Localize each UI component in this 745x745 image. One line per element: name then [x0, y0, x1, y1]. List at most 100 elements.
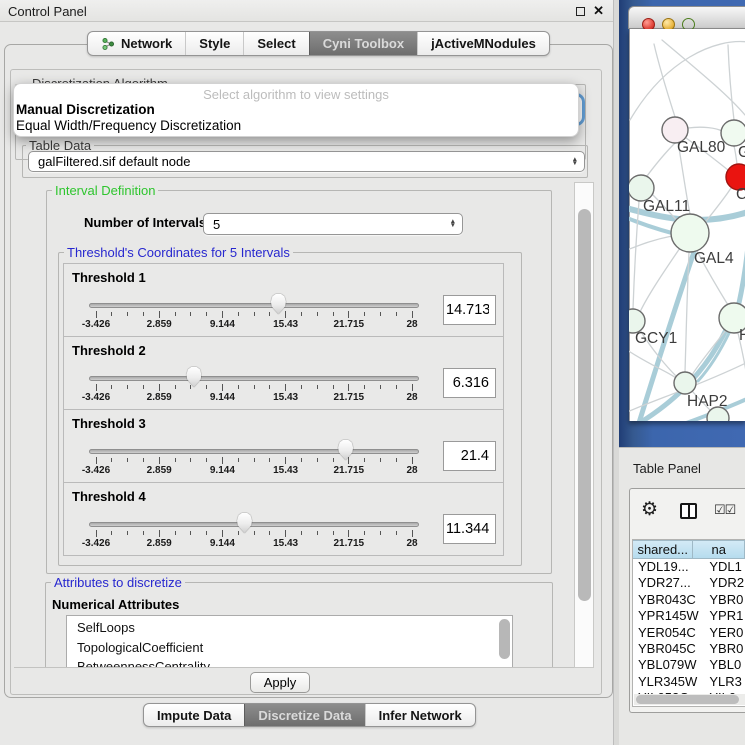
- attribute-list-item[interactable]: TopologicalCoefficient: [67, 638, 512, 658]
- tick-label: 28: [406, 465, 417, 476]
- threshold-value-field[interactable]: [443, 368, 496, 398]
- network-node-HAP2[interactable]: [674, 372, 696, 394]
- network-edge-highlight[interactable]: [698, 331, 730, 381]
- tab-infer-network[interactable]: Infer Network: [365, 704, 475, 726]
- network-edge[interactable]: [654, 44, 675, 117]
- float-window-icon[interactable]: [576, 7, 585, 16]
- tick-label: 9.144: [210, 392, 235, 403]
- threshold-slider-track[interactable]: [89, 522, 419, 527]
- tab-select[interactable]: Select: [243, 32, 308, 55]
- threshold-slider-track[interactable]: [89, 303, 419, 308]
- tick-mark: [175, 458, 176, 462]
- num-intervals-value: 5: [213, 217, 220, 232]
- network-edge[interactable]: [640, 248, 680, 312]
- attribute-list-item[interactable]: BetweennessCentrality: [67, 657, 512, 668]
- table-row[interactable]: YDL19...YDL1: [633, 559, 745, 575]
- cell-shared-name: YPR145W: [633, 608, 706, 624]
- tab-style[interactable]: Style: [185, 32, 243, 55]
- tick-label: 28: [406, 319, 417, 330]
- threshold-slider-thumb[interactable]: [186, 367, 201, 387]
- table-row[interactable]: YBR043CYBR0: [633, 592, 745, 608]
- tab-jactivemnodules[interactable]: jActiveMNodules: [417, 32, 549, 55]
- attribute-list-item[interactable]: SelfLoops: [67, 618, 512, 638]
- tick-mark: [348, 530, 349, 537]
- network-edge[interactable]: [734, 146, 737, 164]
- table-data-combobox[interactable]: galFiltered.sif default node ▲▼: [28, 151, 585, 172]
- attributes-list-scrollbar[interactable]: [499, 619, 510, 659]
- tick-label: -3.426: [82, 319, 110, 330]
- tick-mark: [301, 312, 302, 316]
- network-edge[interactable]: [688, 127, 722, 131]
- table-row[interactable]: YPR145WYPR1: [633, 608, 745, 624]
- table-header-row: shared... na: [633, 540, 745, 559]
- num-intervals-label: Number of Intervals: [84, 215, 206, 230]
- tick-mark: [175, 312, 176, 316]
- table-row[interactable]: YBL079WYBL0: [633, 657, 745, 673]
- tick-mark: [269, 458, 270, 462]
- settings-scrollbar-thumb[interactable]: [578, 209, 591, 601]
- tick-mark: [285, 457, 286, 464]
- network-node-GAL4[interactable]: [671, 214, 709, 252]
- network-node-G-top[interactable]: [721, 120, 745, 146]
- threshold-slider-track[interactable]: [89, 376, 419, 381]
- threshold-slider-thumb[interactable]: [271, 294, 286, 314]
- tab-discretize-data[interactable]: Discretize Data: [244, 704, 364, 726]
- network-node-label: GCY1: [635, 330, 677, 347]
- table-row[interactable]: YDR27...YDR2: [633, 575, 745, 591]
- columns-icon[interactable]: [680, 503, 697, 519]
- tick-mark: [269, 531, 270, 535]
- cell-shared-name: YLR345W: [633, 674, 706, 690]
- table-horizontal-scrollbar[interactable]: [634, 694, 745, 705]
- column-header-shared-name[interactable]: shared...: [633, 540, 693, 559]
- network-icon: [101, 37, 115, 51]
- table-hscroll-thumb[interactable]: [636, 695, 739, 704]
- network-edge-highlight[interactable]: [739, 236, 745, 303]
- threshold-slider-thumb[interactable]: [338, 440, 353, 460]
- tick-mark: [285, 530, 286, 537]
- tick-label: 21.715: [334, 319, 365, 330]
- tick-mark: [222, 530, 223, 537]
- network-edge[interactable]: [728, 45, 734, 120]
- tab-network[interactable]: Network: [88, 32, 185, 55]
- slider-thumb-shape: [237, 513, 252, 533]
- apply-button[interactable]: Apply: [250, 672, 310, 693]
- settings-scrollbar[interactable]: [574, 182, 594, 668]
- network-window-titlebar[interactable]: [628, 6, 745, 29]
- close-icon[interactable]: ✕: [593, 3, 604, 19]
- gear-icon[interactable]: ⚙: [641, 496, 658, 524]
- tab-impute-data[interactable]: Impute Data: [144, 704, 244, 726]
- network-edge[interactable]: [633, 201, 639, 309]
- tick-mark: [301, 531, 302, 535]
- threshold-slider-track[interactable]: [89, 449, 419, 454]
- tab-cyni-toolbox[interactable]: Cyni Toolbox: [309, 32, 417, 55]
- column-header-name[interactable]: na: [693, 540, 745, 559]
- tab-discretize-data-label: Discretize Data: [258, 708, 351, 723]
- tick-mark: [111, 385, 112, 389]
- num-intervals-combobox[interactable]: 5 ▲▼: [203, 213, 463, 235]
- combo-arrows-icon: ▲▼: [450, 220, 456, 228]
- cell-name: YPR1: [706, 608, 745, 624]
- tick-label: 9.144: [210, 465, 235, 476]
- table-row[interactable]: YER054CYER0: [633, 625, 745, 641]
- dropdown-option-manual[interactable]: Manual Discretization: [14, 102, 578, 118]
- network-graph[interactable]: GAL80G.CGAL11GAL4GCY1HHAP2: [629, 29, 745, 421]
- tick-mark: [317, 312, 318, 316]
- tick-mark: [285, 384, 286, 391]
- tab-style-label: Style: [199, 36, 230, 51]
- tick-label: -3.426: [82, 392, 110, 403]
- select-columns-icon[interactable]: ☑☑: [714, 502, 735, 518]
- table-row[interactable]: YLR345WYLR3: [633, 674, 745, 690]
- tick-label: -3.426: [82, 538, 110, 549]
- threshold-slider-thumb[interactable]: [237, 513, 252, 533]
- dropdown-option-equal-width[interactable]: Equal Width/Frequency Discretization: [14, 118, 578, 134]
- table-row[interactable]: YBR045CYBR0: [633, 641, 745, 657]
- network-edge[interactable]: [644, 143, 675, 180]
- threshold-label: Threshold 4: [72, 489, 146, 504]
- tick-label: 2.859: [147, 319, 172, 330]
- tick-label: 28: [406, 392, 417, 403]
- threshold-value-field[interactable]: [443, 441, 496, 471]
- threshold-value-field[interactable]: [443, 514, 496, 544]
- threshold-value-field[interactable]: [443, 295, 496, 325]
- slider-thumb-shape: [338, 440, 353, 460]
- tick-mark: [127, 531, 128, 535]
